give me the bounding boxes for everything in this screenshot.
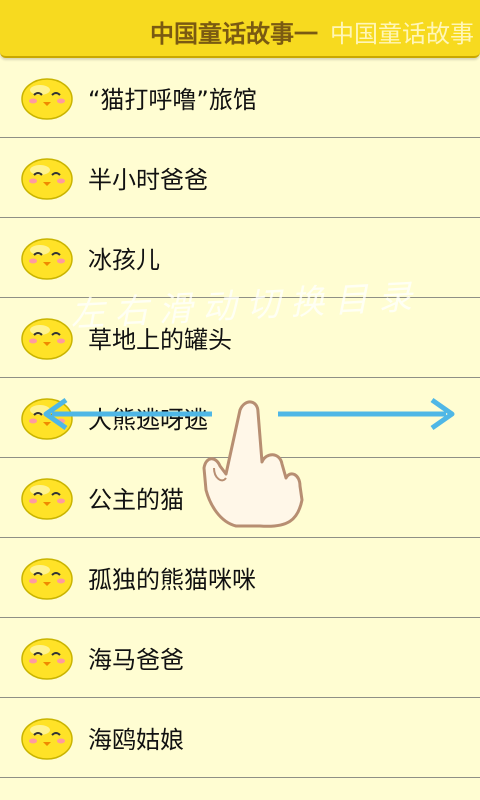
list-item[interactable]: 草地上的罐头 bbox=[0, 298, 480, 378]
story-title: 海鸥姑娘 bbox=[88, 726, 184, 754]
title-current: 中国童话故事一 bbox=[150, 20, 318, 48]
chick-icon bbox=[21, 238, 73, 280]
list-item[interactable]: 海马爸爸 bbox=[0, 618, 480, 698]
list-item[interactable]: 公主的猫 bbox=[0, 458, 480, 538]
chick-icon bbox=[21, 398, 73, 440]
story-title: 海马爸爸 bbox=[88, 646, 184, 674]
chick-icon bbox=[21, 158, 73, 200]
list-item[interactable]: 半小时爸爸 bbox=[0, 138, 480, 218]
story-title: 公主的猫 bbox=[88, 486, 184, 514]
list-item[interactable]: “猫打呼噜”旅馆 bbox=[0, 58, 480, 138]
story-list: “猫打呼噜”旅馆 半小时爸爸冰孩儿草地上的罐头 大熊逃呀逃公主的猫孤独的熊猫咪咪 海马… bbox=[0, 58, 480, 778]
list-item[interactable]: 海鸥姑娘 bbox=[0, 698, 480, 778]
chick-icon bbox=[21, 478, 73, 520]
chick-icon bbox=[21, 318, 73, 360]
story-title: 半小时爸爸 bbox=[88, 166, 208, 194]
title-bar: 中国童话故事一 中国童话故事 bbox=[0, 0, 480, 58]
page-title: 中国童话故事一 中国童话故事 bbox=[150, 14, 474, 49]
title-next-ghost: 中国童话故事 bbox=[330, 20, 474, 48]
chick-icon bbox=[21, 638, 73, 680]
chick-icon bbox=[21, 718, 73, 760]
list-item[interactable]: 冰孩儿 bbox=[0, 218, 480, 298]
list-item[interactable]: 孤独的熊猫咪咪 bbox=[0, 538, 480, 618]
list-item[interactable]: 大熊逃呀逃 bbox=[0, 378, 480, 458]
story-title: “猫打呼噜”旅馆 bbox=[88, 86, 257, 114]
chick-icon bbox=[21, 558, 73, 600]
story-title: 冰孩儿 bbox=[88, 246, 160, 274]
story-title: 大熊逃呀逃 bbox=[88, 406, 208, 434]
story-title: 孤独的熊猫咪咪 bbox=[88, 566, 256, 594]
story-title: 草地上的罐头 bbox=[88, 326, 232, 354]
chick-icon bbox=[21, 78, 73, 120]
